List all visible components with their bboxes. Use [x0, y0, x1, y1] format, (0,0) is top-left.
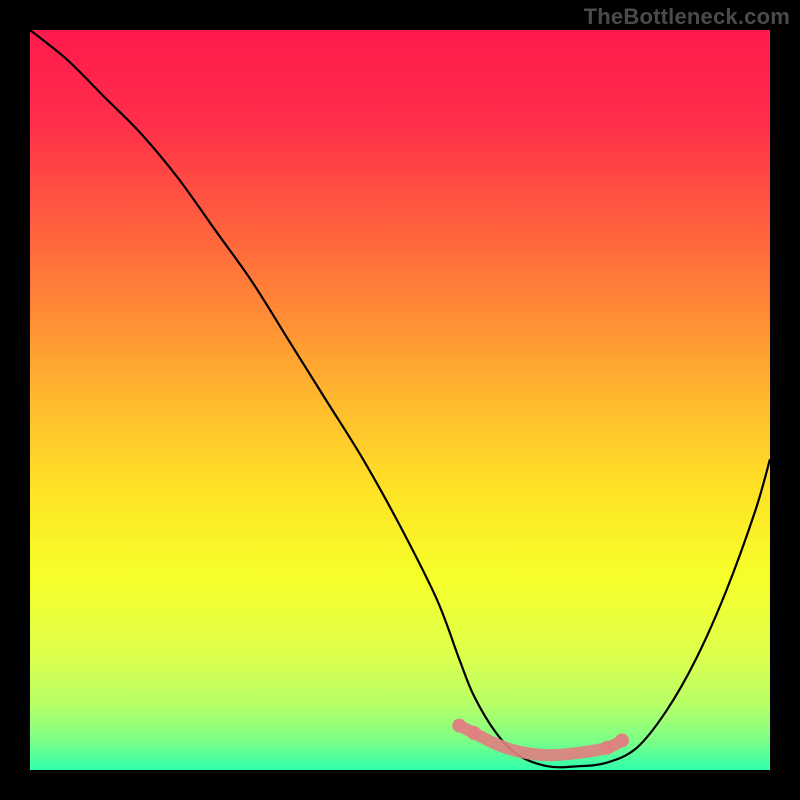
- watermark-text: TheBottleneck.com: [584, 4, 790, 30]
- chart-frame: TheBottleneck.com: [0, 0, 800, 800]
- highlight-dot: [467, 726, 481, 740]
- highlight-dot: [452, 719, 466, 733]
- gradient-background: [30, 30, 770, 770]
- plot-area: [30, 30, 770, 770]
- bottleneck-chart: [30, 30, 770, 770]
- highlight-dot: [615, 733, 629, 747]
- highlight-dot: [600, 741, 614, 755]
